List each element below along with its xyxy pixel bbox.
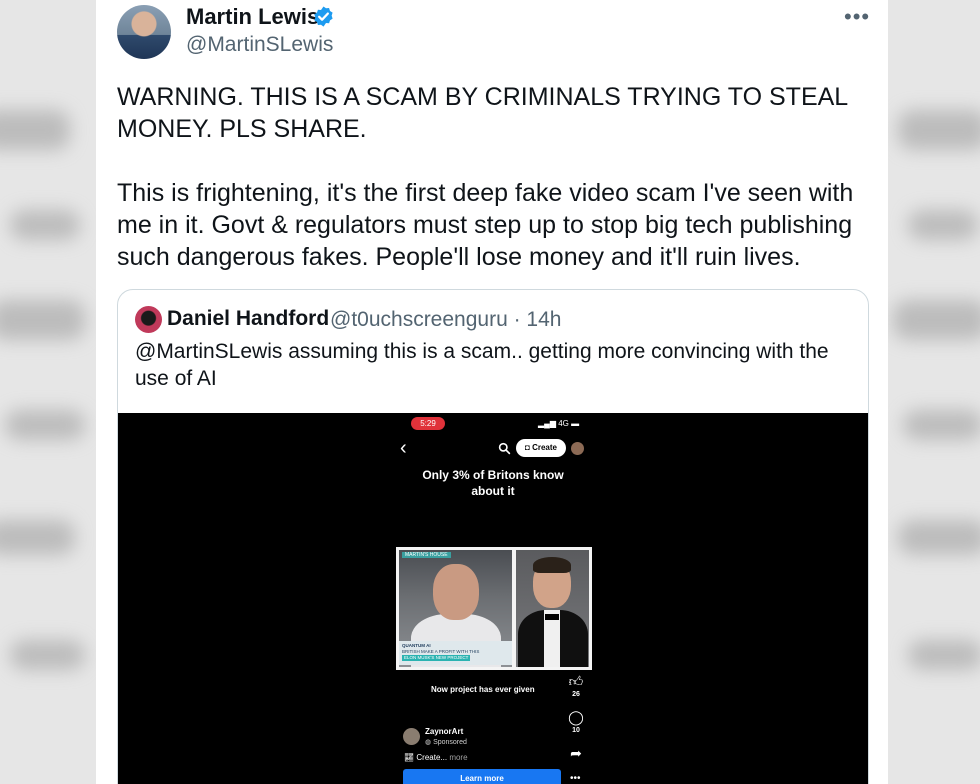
share-action: ➦ [566, 746, 586, 760]
learn-more-button: Learn more [403, 769, 561, 784]
thumbs-up-icon: 👍︎ [568, 673, 584, 689]
phone-clock: 5:29 [411, 417, 445, 430]
profile-avatar [571, 442, 584, 455]
lower-third: QUANTUM AI BRITISH MAKE A PROFIT WITH TH… [399, 641, 512, 665]
video-inset-image: MARTIN'S HOUSE QUANTUM AI BRITISH MAKE A… [396, 547, 592, 670]
embedded-video[interactable]: 5:29 ▂▄▆ 4G ▬ ‹ ◘ Create Only 3% of Brit… [118, 413, 868, 784]
create-label: Create [532, 443, 557, 452]
author-name[interactable]: Martin Lewis [186, 4, 319, 30]
more-link: more [449, 753, 468, 762]
verified-badge-icon [314, 6, 333, 27]
globe-icon: ◍ [425, 739, 432, 746]
video-headline: Only 3% of Britons know about it [422, 468, 564, 498]
sponsor-name: ZaynorArt [425, 727, 464, 736]
quoted-tweet[interactable]: Daniel Handford @t0uchscreenguru · 14h @… [117, 289, 869, 784]
author-avatar[interactable] [117, 5, 171, 59]
network-label: 4G [558, 419, 569, 428]
camera-icon: ◘ [525, 443, 530, 452]
quote-text: @MartinSLewis assuming this is a scam.. … [135, 340, 829, 390]
signal-icon: ▂▄▆ 4G ▬ [538, 419, 580, 428]
chart-emoji-icon: 📈︎ [404, 753, 415, 762]
search-icon [498, 442, 511, 455]
video-caption: Now project has ever given [431, 685, 535, 694]
back-chevron-icon: ‹ [400, 437, 407, 459]
second-person-image [516, 550, 589, 667]
lower-third-line2: ELON MUSK'S NEW PROJECT [402, 655, 471, 661]
comment-icon: ◯ [568, 709, 584, 725]
create-button: ◘ Create [516, 439, 566, 457]
like-count: 26 [572, 691, 580, 698]
video-more-icon: ••• [570, 773, 581, 784]
background-right [888, 0, 980, 784]
tweet-card: Martin Lewis @MartinSLewis ••• WARNING. … [96, 0, 888, 784]
comment-count: 10 [572, 727, 580, 734]
background-left [0, 0, 96, 784]
quote-author-avatar[interactable] [135, 306, 162, 333]
like-action: 👍︎ 26 [566, 674, 586, 698]
share-icon: ➦ [570, 745, 582, 761]
sponsor-description: 📈︎ Create... more [404, 753, 468, 762]
inset-tag: MARTIN'S HOUSE [402, 552, 451, 558]
sponsored-label: ◍ Sponsored [425, 739, 467, 746]
sponsor-avatar [403, 728, 420, 745]
comment-action: ◯ 10 [566, 710, 586, 734]
tweet-text: WARNING. THIS IS A SCAM BY CRIMINALS TRY… [117, 83, 854, 271]
presenter-image: MARTIN'S HOUSE QUANTUM AI BRITISH MAKE A… [399, 550, 512, 667]
quote-author-name[interactable]: Daniel Handford [167, 307, 329, 331]
more-options-icon[interactable]: ••• [844, 4, 870, 30]
author-handle[interactable]: @MartinSLewis [186, 33, 333, 57]
quote-author-handle: @t0uchscreenguru · 14h [330, 308, 562, 331]
